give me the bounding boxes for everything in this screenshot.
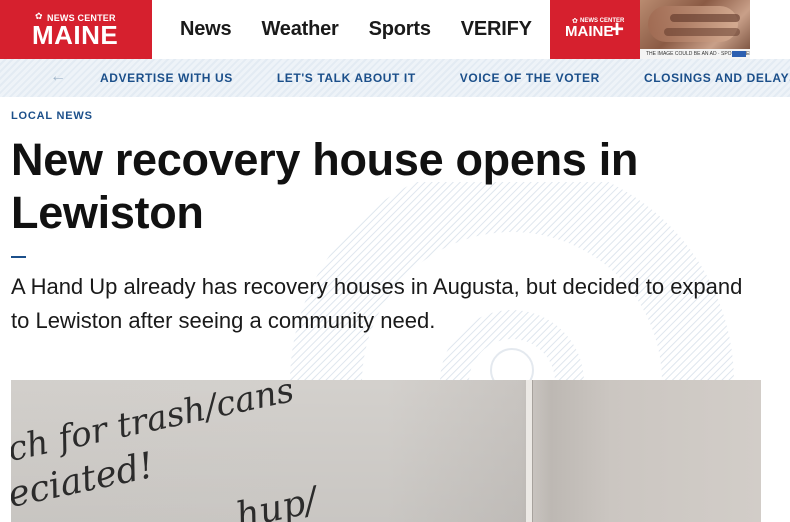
article-headline: New recovery house opens in Lewiston xyxy=(11,134,639,238)
subnav-closings[interactable]: CLOSINGS AND DELAYS xyxy=(644,71,790,85)
maine-plus-button[interactable]: ✿ NEWS CENTER MAINE + xyxy=(550,0,640,59)
whiteboard-frame xyxy=(526,380,532,522)
arrow-left-icon[interactable]: ← xyxy=(50,69,66,85)
nav-sports[interactable]: Sports xyxy=(369,18,431,41)
nav-news[interactable]: News xyxy=(180,18,232,41)
site-header: ✿ NEWS CENTER MAINE News Weather Sports … xyxy=(0,0,790,59)
plus-main-text: MAINE xyxy=(565,23,614,40)
headline-divider xyxy=(11,256,26,258)
secondary-nav: ← ADVERTISE WITH US LET'S TALK ABOUT IT … xyxy=(0,59,790,97)
nav-verify[interactable]: VERIFY xyxy=(461,18,532,41)
logo-main-text: MAINE xyxy=(32,20,119,50)
article-summary: A Hand Up already has recovery houses in… xyxy=(11,274,743,333)
ad-image-detail xyxy=(670,14,740,22)
ad-badge xyxy=(732,51,746,57)
subnav-voice-of-voter[interactable]: VOICE OF THE VOTER xyxy=(460,71,600,85)
main-nav: News Weather Sports VERIFY xyxy=(180,0,562,59)
ad-image-detail xyxy=(664,28,740,36)
subnav-advertise[interactable]: ADVERTISE WITH US xyxy=(100,71,233,85)
ad-image-hands xyxy=(648,6,738,42)
header-ad[interactable]: THE IMAGE COULD BE AN AD · SPONSORED xyxy=(640,0,750,59)
secondary-nav-links: ADVERTISE WITH US LET'S TALK ABOUT IT VO… xyxy=(100,59,790,97)
section-label[interactable]: LOCAL NEWS xyxy=(11,110,93,122)
site-logo[interactable]: ✿ NEWS CENTER MAINE xyxy=(0,0,152,59)
subnav-lets-talk[interactable]: LET'S TALK ABOUT IT xyxy=(277,71,416,85)
article-hero-image[interactable]: ch for trash/cans eciated! hup/ xyxy=(11,380,761,522)
plus-symbol: + xyxy=(610,16,625,43)
nav-weather[interactable]: Weather xyxy=(261,18,338,41)
